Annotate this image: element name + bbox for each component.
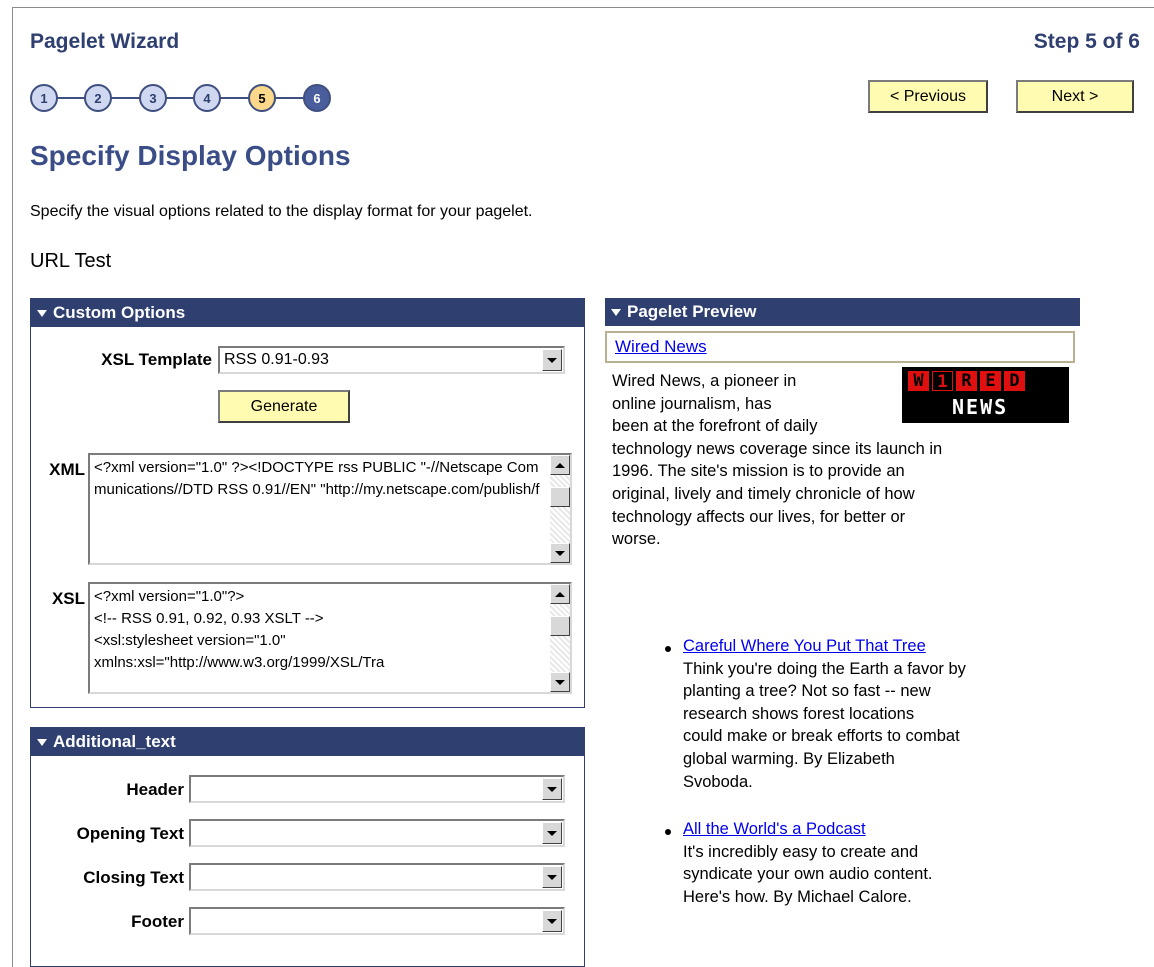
pagelet-preview-panel: Pagelet Preview [605, 298, 1080, 328]
logo-letter: E [980, 371, 1001, 391]
news-item-line: research shows forest locations [683, 704, 915, 723]
generate-button[interactable]: Generate [218, 390, 350, 423]
dropdown-arrow-icon[interactable] [542, 349, 562, 371]
bullet-icon [665, 646, 671, 652]
closing-text-select[interactable] [189, 863, 565, 891]
xsl-content: <?xml version="1.0"?> <!-- RSS 0.91, 0.9… [94, 588, 385, 671]
xml-textarea[interactable]: <?xml version="1.0" ?><!DOCTYPE rss PUBL… [88, 453, 572, 565]
footer-select[interactable] [189, 907, 565, 935]
page-instructions: Specify the visual options related to th… [30, 203, 533, 220]
custom-options-header[interactable]: Custom Options [31, 299, 584, 327]
xsl-label: XSL [51, 589, 85, 608]
closing-text-label: Closing Text [83, 868, 184, 887]
description-line: 1996. The site's mission is to provide a… [612, 462, 905, 481]
dropdown-arrow-icon[interactable] [542, 822, 562, 844]
dropdown-arrow-icon[interactable] [542, 910, 562, 932]
scroll-up-icon[interactable] [550, 455, 570, 475]
custom-options-title: Custom Options [53, 303, 186, 322]
scroll-down-icon[interactable] [550, 672, 570, 692]
step-5-current: 5 [248, 84, 276, 112]
wizard-title: Pagelet Wizard [30, 30, 180, 53]
pagelet-preview-header[interactable]: Pagelet Preview [605, 298, 1080, 326]
dropdown-arrow-icon[interactable] [542, 866, 562, 888]
preview-title-bar: Wired News [605, 331, 1075, 363]
previous-button[interactable]: < Previous [868, 80, 988, 113]
xsl-template-select[interactable]: RSS 0.91-0.93 [218, 346, 565, 374]
logo-letter: D [1004, 371, 1025, 391]
news-item-line: Here's how. By Michael Calore. [683, 887, 912, 906]
news-item-line: Think you're doing the Earth a favor by [683, 659, 966, 678]
news-item-line: Svoboda. [683, 772, 753, 791]
description-line: technology affects our lives, for better… [612, 507, 906, 526]
footer-field-label: Footer [131, 912, 184, 931]
header-field-label: Header [126, 780, 184, 799]
scroll-thumb[interactable] [550, 487, 570, 507]
xsl-template-label: XSL Template [101, 350, 212, 369]
news-item-line: syndicate your own audio content. [683, 865, 933, 884]
news-item-line: could make or break efforts to combat [683, 727, 960, 746]
description-line: been at the forefront of daily [612, 417, 818, 436]
page-title: Specify Display Options [30, 140, 351, 171]
xml-scrollbar[interactable] [550, 455, 570, 563]
scroll-thumb[interactable] [550, 616, 570, 636]
step-4[interactable]: 4 [193, 84, 221, 112]
scroll-up-icon[interactable] [550, 584, 570, 604]
step-6[interactable]: 6 [303, 84, 331, 112]
news-item-line: global warming. By Elizabeth [683, 749, 895, 768]
collapse-triangle-icon [37, 738, 47, 746]
description-line: online journalism, has [612, 394, 772, 413]
pagelet-preview-title: Pagelet Preview [627, 302, 757, 321]
dropdown-arrow-icon[interactable] [542, 778, 562, 800]
bullet-icon [665, 829, 671, 835]
wizard-step-indicator: Step 5 of 6 [1033, 30, 1140, 53]
step-3[interactable]: 3 [139, 84, 167, 112]
xsl-template-value: RSS 0.91-0.93 [224, 351, 329, 368]
xsl-scrollbar[interactable] [550, 584, 570, 692]
wired-news-link[interactable]: Wired News [615, 337, 707, 357]
step-2[interactable]: 2 [84, 84, 112, 112]
news-item-line: planting a tree? Not so fast -- new [683, 682, 931, 701]
news-item-link[interactable]: Careful Where You Put That Tree [683, 635, 966, 658]
news-item: Careful Where You Put That Tree Think yo… [683, 635, 966, 793]
opening-text-label: Opening Text [76, 824, 184, 843]
pagelet-name: URL Test [30, 250, 112, 272]
description-line: worse. [612, 530, 661, 549]
scroll-down-icon[interactable] [550, 543, 570, 563]
xsl-textarea[interactable]: <?xml version="1.0"?> <!-- RSS 0.91, 0.9… [88, 582, 572, 694]
xml-content: <?xml version="1.0" ?><!DOCTYPE rss PUBL… [94, 459, 540, 498]
header-select[interactable] [189, 775, 565, 803]
description-line: Wired News, a pioneer in [612, 372, 797, 390]
collapse-triangle-icon [37, 309, 47, 317]
preview-description: Wired News, a pioneer in online journali… [612, 370, 942, 551]
description-line: technology news coverage since its launc… [612, 439, 943, 458]
description-line: original, lively and timely chronicle of… [612, 484, 915, 503]
collapse-triangle-icon [611, 308, 621, 316]
logo-letter: R [956, 371, 977, 391]
news-item-link[interactable]: All the World's a Podcast [683, 818, 933, 841]
opening-text-select[interactable] [189, 819, 565, 847]
news-item: All the World's a Podcast It's incredibl… [683, 818, 933, 908]
xml-label: XML [49, 460, 85, 479]
additional-text-header[interactable]: Additional_text [31, 728, 584, 756]
additional-text-title: Additional_text [53, 732, 176, 751]
logo-news-text: NEWS [952, 395, 1009, 419]
news-item-line: It's incredibly easy to create and [683, 842, 919, 861]
next-button[interactable]: Next > [1016, 80, 1134, 113]
step-1[interactable]: 1 [30, 84, 58, 112]
